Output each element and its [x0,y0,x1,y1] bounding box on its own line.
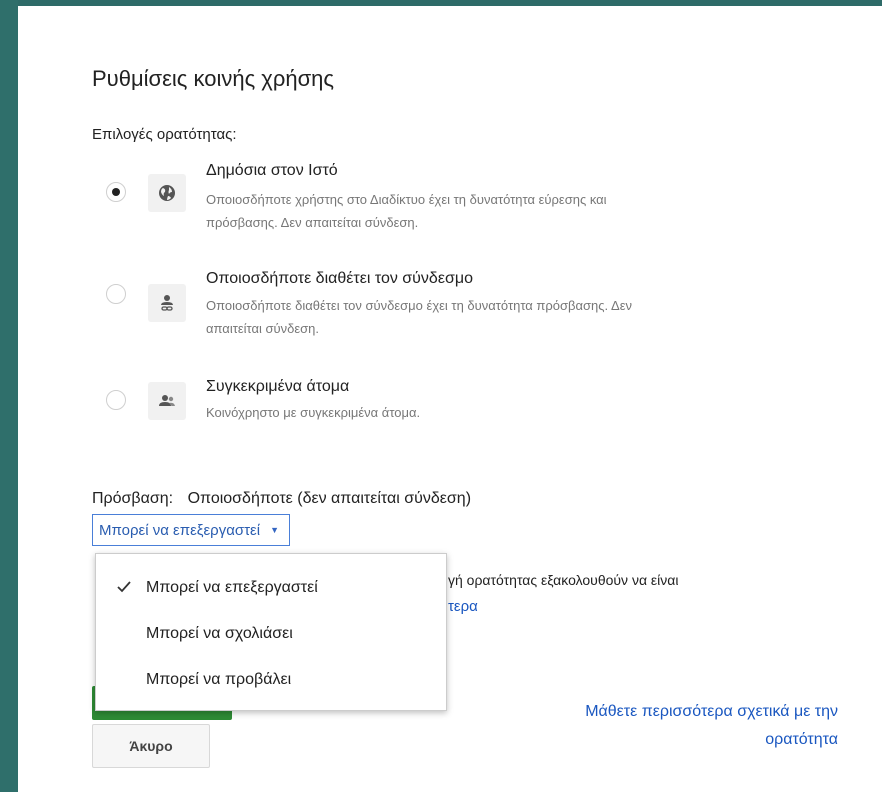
learn-more-link-line[interactable]: Μάθετε περισσότερα σχετικά με την [498,698,838,726]
menu-item-label: Μπορεί να σχολιάσει [146,625,293,642]
menu-item-label: Μπορεί να προβάλει [146,671,292,688]
permission-dropdown[interactable]: Μπορεί να επεξεργαστεί ▼ [92,514,290,546]
permission-dropdown-label: Μπορεί να επεξεργαστεί [99,521,261,539]
access-row: Πρόσβαση: Οποιοσδήποτε (δεν απαιτείται σ… [92,490,471,508]
globe-icon [148,174,186,212]
learn-more-link-line[interactable]: ορατότητα [498,726,838,754]
option-title: Οποιοσδήποτε διαθέτει τον σύνδεσμο [206,270,473,287]
dialog-title: Ρυθμίσεις κοινής χρήσης [92,66,335,91]
person-link-icon [148,284,186,322]
menu-item-can-view[interactable]: Μπορεί να προβάλει [96,658,446,702]
dropdown-arrow-icon: ▼ [270,525,279,535]
option-description-line: Κοινόχρηστο με συγκεκριμένα άτομα. [206,405,421,420]
sharing-settings-dialog: Ρυθμίσεις κοινής χρήσης Επιλογές ορατότη… [18,6,882,792]
cancel-button[interactable]: Άκυρο [92,724,210,768]
learn-more-link-partial[interactable]: τερα [448,598,478,615]
option-description: Οποιοσδήποτε χρήστης στο Διαδίκτυο έχει … [206,188,806,234]
access-value: Οποιοσδήποτε (δεν απαιτείται σύνδεση) [187,490,472,507]
menu-item-can-comment[interactable]: Μπορεί να σχολιάσει [96,612,446,656]
menu-item-can-edit[interactable]: Μπορεί να επεξεργαστεί [96,566,446,610]
option-description: Οποιοσδήποτε διαθέτει τον σύνδεσμο έχει … [206,294,806,340]
menu-item-label: Μπορεί να επεξεργαστεί [146,579,318,596]
radio-public[interactable] [106,182,126,202]
window-left-edge [0,0,18,792]
option-title: Συγκεκριμένα άτομα [206,378,350,395]
option-title: Δημόσια στον Ιστό [206,162,338,179]
learn-more-visibility-link[interactable]: Μάθετε περισσότερα σχετικά με την ορατότ… [498,698,838,754]
people-icon [148,382,186,420]
option-description-line: πρόσβασης. Δεν απαιτείται σύνδεση. [206,215,419,230]
option-description-line: Οποιοσδήποτε διαθέτει τον σύνδεσμο έχει … [206,298,633,313]
option-description-line: απαιτείται σύνδεση. [206,321,320,336]
visibility-note-text: γή ορατότητας εξακολουθούν να είναι [448,572,679,588]
option-description: Κοινόχρηστο με συγκεκριμένα άτομα. [206,401,806,424]
checkmark-icon [116,579,132,600]
option-description-line: Οποιοσδήποτε χρήστης στο Διαδίκτυο έχει … [206,192,607,207]
radio-anyone-with-link[interactable] [106,284,126,304]
radio-specific-people[interactable] [106,390,126,410]
visibility-options-label: Επιλογές ορατότητας: [92,126,237,143]
access-label: Πρόσβαση: [92,490,174,507]
permission-menu: Μπορεί να επεξεργαστεί Μπορεί να σχολιάσ… [95,553,447,711]
